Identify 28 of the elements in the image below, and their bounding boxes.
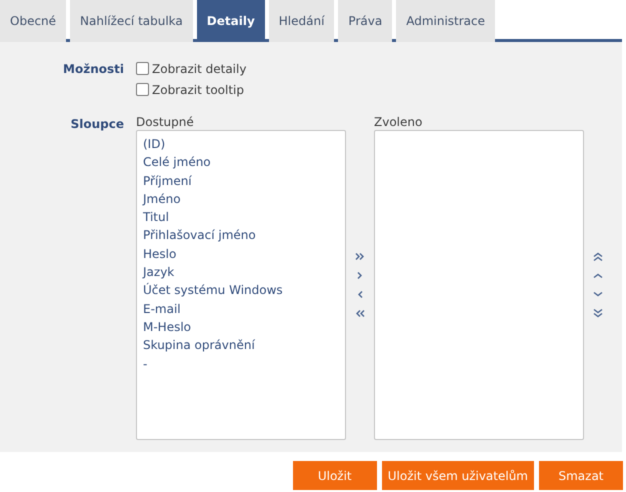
tab[interactable]: Obecné — [0, 0, 66, 42]
list-title: Zvoleno — [374, 115, 424, 130]
list-option[interactable]: Příjmení — [143, 172, 339, 190]
checkbox[interactable] — [136, 62, 149, 75]
list-option[interactable]: Skupina oprávnění — [143, 336, 339, 355]
tab[interactable]: Detaily — [196, 0, 265, 42]
list-option[interactable]: Jméno — [143, 190, 339, 208]
list-option[interactable]: (ID) — [143, 135, 339, 154]
list-option[interactable]: - — [143, 354, 339, 373]
columns-label: Sloupce — [70, 117, 124, 131]
available-list[interactable]: (ID) Celé jméno Příjmení Jméno Titul Přihlašovací jméno Heslo Jazyk Účet systému Windows E-mail M-Heslo Skupina oprávnění - — [136, 130, 346, 440]
tab[interactable]: Práva — [338, 0, 392, 42]
checkbox[interactable] — [136, 83, 149, 96]
list-option[interactable]: M-Heslo — [143, 318, 339, 336]
list-option[interactable]: Přihlašovací jméno — [143, 226, 339, 245]
list-option[interactable]: Heslo — [143, 244, 339, 264]
tab[interactable]: Hledání — [268, 0, 334, 42]
options-label: Možnosti — [63, 62, 124, 76]
list-option[interactable]: Jazyk — [143, 263, 339, 282]
list-title: Dostupné — [136, 115, 195, 130]
checkbox-label: Zobrazit tooltip — [152, 82, 244, 98]
tab[interactable]: Administrace — [396, 0, 496, 42]
list-option[interactable]: E-mail — [143, 300, 339, 318]
list-option[interactable]: Účet systému Windows — [143, 281, 339, 300]
tab[interactable]: Nahlížecí tabulka — [70, 0, 193, 42]
list-option[interactable]: Celé jméno — [143, 153, 339, 172]
checkbox-label: Zobrazit detaily — [152, 60, 246, 78]
list-option[interactable]: Titul — [143, 208, 339, 226]
